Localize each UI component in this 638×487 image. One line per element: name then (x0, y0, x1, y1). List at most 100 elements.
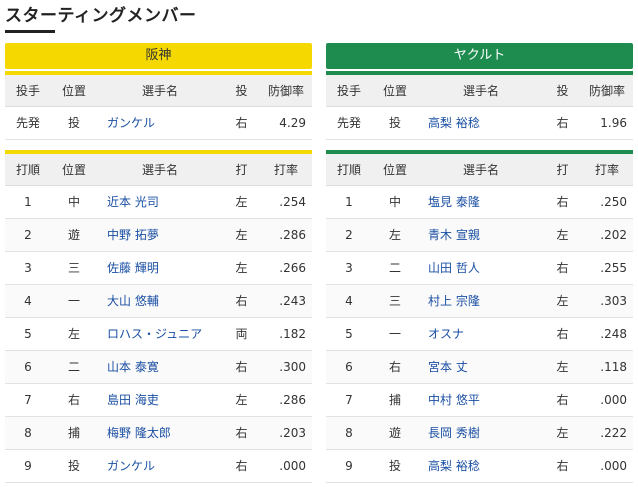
col-header-avg: 打率 (581, 152, 633, 186)
player-position: 右 (372, 350, 418, 384)
player-position: 左 (51, 317, 97, 351)
table-row: 4 三 村上 宗隆 左 .303 (326, 284, 633, 318)
col-header-era: 防御率 (260, 73, 312, 107)
player-bats: 右 (223, 449, 260, 483)
page-title: スターティングメンバー (5, 6, 197, 26)
pitcher-table-hanshin: 投手 位置 選手名 投 防御率 先発 投 ガンケル 右 4.29 (5, 71, 312, 140)
player-bats: 左 (223, 251, 260, 285)
col-header-position: 位置 (51, 152, 97, 186)
pitcher-table-yakult: 投手 位置 選手名 投 防御率 先発 投 高梨 裕稔 右 1.96 (326, 71, 633, 140)
col-header-avg: 打率 (260, 152, 312, 186)
player-bats: 右 (544, 449, 581, 483)
player-name-link[interactable]: ガンケル (97, 449, 223, 483)
player-name-link[interactable]: 高梨 裕稔 (418, 449, 544, 483)
col-header-order: 打順 (326, 152, 372, 186)
batting-order: 6 (326, 350, 372, 384)
batting-order: 5 (326, 317, 372, 351)
player-name-link[interactable]: オスナ (418, 317, 544, 351)
player-name-link[interactable]: 島田 海吏 (97, 383, 223, 417)
player-name-link[interactable]: 宮本 丈 (418, 350, 544, 384)
player-name-link[interactable]: 中村 悠平 (418, 383, 544, 417)
table-row: 2 遊 中野 拓夢 左 .286 (5, 218, 312, 252)
pitcher-role: 先発 (326, 106, 372, 140)
pitcher-era: 1.96 (581, 106, 633, 140)
pitcher-row: 先発 投 ガンケル 右 4.29 (5, 106, 312, 140)
player-bats: 両 (223, 317, 260, 351)
player-bats: 右 (223, 416, 260, 450)
player-avg: .000 (581, 449, 633, 483)
player-name-link[interactable]: ロハス・ジュニア (97, 317, 223, 351)
player-position: 二 (51, 350, 97, 384)
table-row: 8 遊 長岡 秀樹 左 .222 (326, 416, 633, 450)
player-name-link[interactable]: 近本 光司 (97, 185, 223, 219)
player-bats: 左 (544, 416, 581, 450)
col-header-player: 選手名 (97, 73, 223, 107)
team-header-yakult: ヤクルト (326, 43, 633, 69)
pitcher-hand: 右 (223, 106, 260, 140)
player-bats: 右 (223, 284, 260, 318)
table-row: 6 右 宮本 丈 左 .118 (326, 350, 633, 384)
player-avg: .248 (581, 317, 633, 351)
player-position: 三 (372, 284, 418, 318)
player-name-link[interactable]: 長岡 秀樹 (418, 416, 544, 450)
col-header-throws: 投 (544, 73, 581, 107)
team-column-hanshin: 阪神 投手 位置 選手名 投 防御率 先発 投 ガンケル 右 4.29 打順 位… (5, 43, 312, 483)
pitcher-header-row: 投手 位置 選手名 投 防御率 (5, 73, 312, 107)
table-row: 3 二 山田 哲人 右 .255 (326, 251, 633, 285)
player-position: 右 (51, 383, 97, 417)
player-avg: .254 (260, 185, 312, 219)
player-position: 中 (372, 185, 418, 219)
batting-order: 8 (326, 416, 372, 450)
batting-order: 6 (5, 350, 51, 384)
col-header-throws: 投 (223, 73, 260, 107)
player-position: 一 (51, 284, 97, 318)
player-bats: 右 (544, 317, 581, 351)
player-name-link[interactable]: 山本 泰寛 (97, 350, 223, 384)
pitcher-row: 先発 投 高梨 裕稔 右 1.96 (326, 106, 633, 140)
col-header-position: 位置 (51, 73, 97, 107)
player-name-link[interactable]: 塩見 泰隆 (418, 185, 544, 219)
player-bats: 左 (223, 383, 260, 417)
batting-header-row: 打順 位置 選手名 打 打率 (5, 152, 312, 186)
team-column-yakult: ヤクルト 投手 位置 選手名 投 防御率 先発 投 高梨 裕稔 右 1.96 打… (326, 43, 633, 483)
player-name-link[interactable]: 村上 宗隆 (418, 284, 544, 318)
col-header-position: 位置 (372, 152, 418, 186)
player-name-link[interactable]: 中野 拓夢 (97, 218, 223, 252)
player-avg: .300 (260, 350, 312, 384)
batting-order: 3 (5, 251, 51, 285)
player-avg: .222 (581, 416, 633, 450)
col-header-player: 選手名 (97, 152, 223, 186)
batting-order: 3 (326, 251, 372, 285)
batting-order: 5 (5, 317, 51, 351)
player-position: 遊 (51, 218, 97, 252)
col-header-bats: 打 (544, 152, 581, 186)
batting-order: 8 (5, 416, 51, 450)
player-name-link[interactable]: 佐藤 輝明 (97, 251, 223, 285)
player-avg: .202 (581, 218, 633, 252)
col-header-pitcher: 投手 (326, 73, 372, 107)
player-name-link[interactable]: 山田 哲人 (418, 251, 544, 285)
table-row: 3 三 佐藤 輝明 左 .266 (5, 251, 312, 285)
table-row: 9 投 高梨 裕稔 右 .000 (326, 449, 633, 483)
player-avg: .250 (581, 185, 633, 219)
player-name-link[interactable]: 梅野 隆太郎 (97, 416, 223, 450)
player-name-link[interactable]: 大山 悠輔 (97, 284, 223, 318)
batting-table-hanshin: 打順 位置 選手名 打 打率 1 中 近本 光司 左 .254 2 遊 中野 拓… (5, 150, 312, 483)
team-header-hanshin: 阪神 (5, 43, 312, 69)
pitcher-name-link[interactable]: 高梨 裕稔 (418, 106, 544, 140)
pitcher-name-link[interactable]: ガンケル (97, 106, 223, 140)
table-row: 6 二 山本 泰寛 右 .300 (5, 350, 312, 384)
table-row: 1 中 塩見 泰隆 右 .250 (326, 185, 633, 219)
pitcher-era: 4.29 (260, 106, 312, 140)
player-position: 中 (51, 185, 97, 219)
player-avg: .286 (260, 218, 312, 252)
player-avg: .203 (260, 416, 312, 450)
player-bats: 左 (544, 284, 581, 318)
player-avg: .182 (260, 317, 312, 351)
pitcher-position: 投 (51, 106, 97, 140)
col-header-position: 位置 (372, 73, 418, 107)
player-position: 三 (51, 251, 97, 285)
player-name-link[interactable]: 青木 宣親 (418, 218, 544, 252)
player-bats: 左 (223, 185, 260, 219)
batting-order: 9 (326, 449, 372, 483)
